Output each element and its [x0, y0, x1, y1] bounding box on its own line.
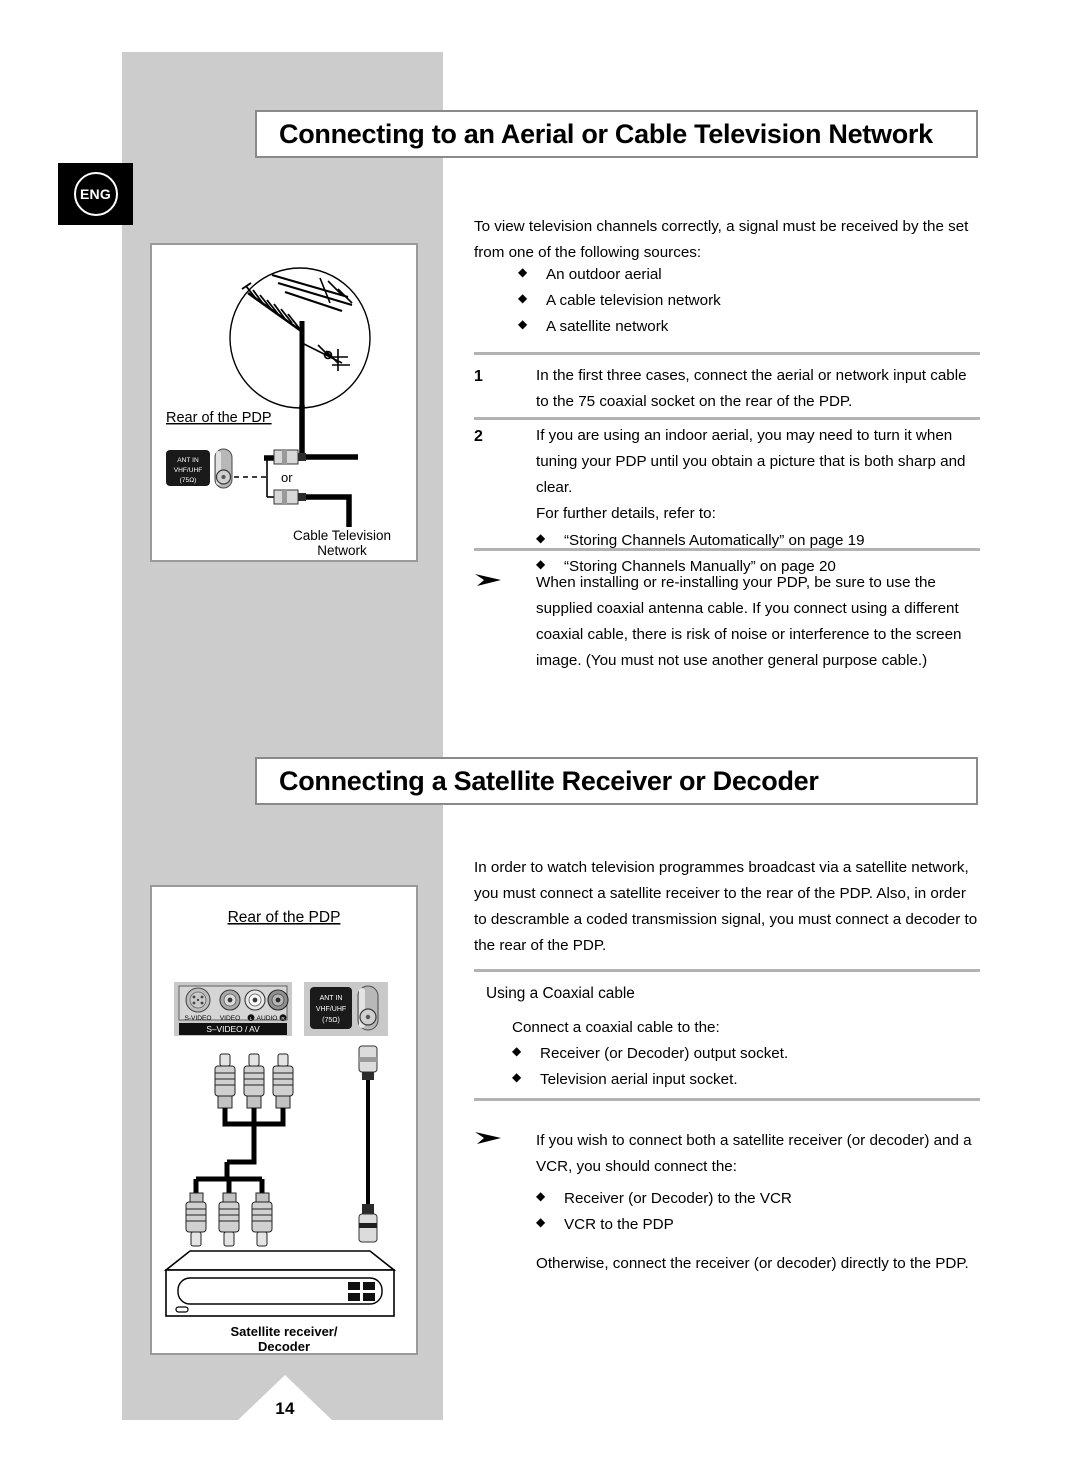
list-item-label: Receiver (or Decoder) to the VCR	[564, 1190, 792, 1208]
list-item: ◆ A satellite network	[518, 314, 1024, 340]
figure-aerial-rear-label: Rear of the PDP	[166, 410, 272, 426]
figure-satellite-caption-1: Satellite receiver/	[231, 1324, 338, 1339]
section-2-subheading: Using a Coaxial cable	[486, 985, 635, 1002]
coax-plug-bottom	[273, 489, 306, 505]
figure-aerial-or-label: or	[281, 470, 293, 485]
section-1-intro-block: To view television channels correctly, a…	[474, 214, 980, 266]
av-label-video: VIDEO	[220, 1015, 241, 1022]
arrow-icon	[474, 1128, 536, 1277]
av-panel: S-VIDEO VIDEO L AUDIO R S–VIDEO / AV	[174, 982, 292, 1036]
list-item: ◆ VCR to the PDP	[536, 1212, 980, 1238]
ant-label-line2: VHF/UHF	[316, 1006, 346, 1013]
list-item-label: VCR to the PDP	[564, 1216, 674, 1234]
section-2-intro: In order to watch television programmes …	[474, 859, 978, 955]
figure-aerial-caption-2: Network	[317, 543, 367, 558]
step-2: 2 If you are using an indoor aerial, you…	[474, 423, 980, 580]
rca-plugs-upper	[214, 1053, 294, 1109]
diamond-icon: ◆	[512, 1044, 522, 1059]
section-2-note: If you wish to connect both a satellite …	[474, 1128, 980, 1277]
section-heading-aerial: Connecting to an Aerial or Cable Televis…	[255, 110, 978, 158]
step-text: In the first three cases, connect the ae…	[536, 367, 967, 411]
divider	[474, 548, 980, 551]
figure-aerial-drawing: Rear of the PDP ANT IN VHF/UHF (75Ω) or …	[166, 267, 391, 558]
av-panel-bar-label: S–VIDEO / AV	[206, 1024, 260, 1034]
step-1: 1 In the first three cases, connect the …	[474, 363, 980, 415]
list-item: ◆ A cable television network	[518, 288, 1024, 314]
step-text: If you are using an indoor aerial, you m…	[536, 427, 966, 497]
figure-satellite-rear-label: Rear of the PDP	[228, 909, 341, 926]
figure-satellite-connection: Rear of the PDP S-VIDEO VIDEO L AUDIO R …	[150, 885, 418, 1355]
section-heading-satellite-text: Connecting a Satellite Receiver or Decod…	[279, 765, 819, 796]
language-badge: ENG	[58, 163, 133, 225]
diamond-icon: ◆	[536, 1189, 546, 1204]
section-2-note-tail: Otherwise, connect the receiver (or deco…	[536, 1254, 969, 1272]
divider	[474, 1098, 980, 1101]
svg-text:ANT IN: ANT IN	[177, 457, 199, 464]
step-number: 1	[474, 368, 483, 385]
section-2-instruction: Connect a coaxial cable to the: ◆ Receiv…	[474, 1015, 980, 1093]
ant-label-line3: (75Ω)	[322, 1017, 340, 1024]
svg-text:(75Ω): (75Ω)	[180, 477, 197, 484]
diamond-icon: ◆	[518, 265, 528, 279]
ant-panel: ANT IN VHF/UHF (75Ω)	[304, 982, 388, 1036]
coax-socket	[214, 448, 233, 489]
av-label-svideo: S-VIDEO	[184, 1015, 211, 1022]
diamond-icon: ◆	[518, 291, 528, 306]
svg-text:L: L	[250, 1016, 253, 1021]
diamond-icon: ◆	[536, 1215, 546, 1230]
step-followup: For further details, refer to:	[536, 505, 716, 523]
section-2-note-text: If you wish to connect both a satellite …	[536, 1132, 972, 1176]
note-bullet-list: ◆ Receiver (or Decoder) to the VCR ◆ VCR…	[536, 1186, 980, 1238]
section-1-note: When installing or re-installing your PD…	[474, 570, 980, 675]
section-1-intro: To view television channels correctly, a…	[474, 218, 969, 262]
list-item-label: Television aerial input socket.	[540, 1071, 738, 1089]
page-number: 14	[275, 1399, 295, 1418]
divider	[474, 417, 980, 420]
divider	[474, 352, 980, 355]
source-bullet-list: ◆ An outdoor aerial ◆ A cable television…	[518, 262, 1024, 340]
figure-aerial-caption-1: Cable Television	[293, 528, 391, 543]
diamond-icon: ◆	[512, 1070, 522, 1085]
figure-aerial-connection: Rear of the PDP ANT IN VHF/UHF (75Ω) or …	[150, 243, 418, 562]
av-label-audio: AUDIO	[257, 1015, 278, 1022]
list-item: ◆ An outdoor aerial	[518, 262, 1024, 288]
section-1-note-text: When installing or re-installing your PD…	[536, 574, 962, 670]
language-badge-label: ENG	[73, 172, 118, 216]
section-heading-satellite: Connecting a Satellite Receiver or Decod…	[255, 757, 978, 805]
ant-label-line1: ANT IN	[320, 995, 343, 1002]
diamond-icon: ◆	[518, 317, 528, 332]
instruction-bullet-list: ◆ Receiver (or Decoder) output socket. ◆…	[512, 1041, 980, 1093]
satellite-receiver-illustration	[163, 1250, 397, 1317]
section-2-instruction-text: Connect a coaxial cable to the:	[512, 1019, 720, 1036]
svg-text:VHF/UHF: VHF/UHF	[174, 467, 203, 474]
divider	[474, 969, 980, 972]
coax-cable-right	[358, 1045, 378, 1243]
section-heading-aerial-text: Connecting to an Aerial or Cable Televis…	[279, 118, 933, 149]
figure-satellite-drawing: Rear of the PDP S-VIDEO VIDEO L AUDIO R …	[163, 909, 397, 1353]
ant-in-socket-label: ANT IN VHF/UHF (75Ω)	[166, 450, 210, 486]
list-item-label: A satellite network	[546, 318, 669, 336]
list-item: ◆ Receiver (or Decoder) output socket.	[512, 1041, 980, 1067]
list-item-label: Receiver (or Decoder) output socket.	[540, 1045, 789, 1063]
list-item: ◆ Television aerial input socket.	[512, 1067, 980, 1093]
list-item-label: An outdoor aerial	[546, 266, 662, 283]
section-2-intro-block: In order to watch television programmes …	[474, 855, 980, 960]
manual-page: 14 ENG Connecting to an Aerial or Cable …	[0, 0, 1080, 1482]
rca-plugs-lower	[185, 1192, 273, 1247]
list-item: ◆ Receiver (or Decoder) to the VCR	[536, 1186, 980, 1212]
step-number: 2	[474, 428, 483, 445]
list-item-label: A cable television network	[546, 292, 721, 310]
figure-satellite-caption-2: Decoder	[258, 1339, 310, 1353]
arrow-icon	[474, 570, 536, 675]
